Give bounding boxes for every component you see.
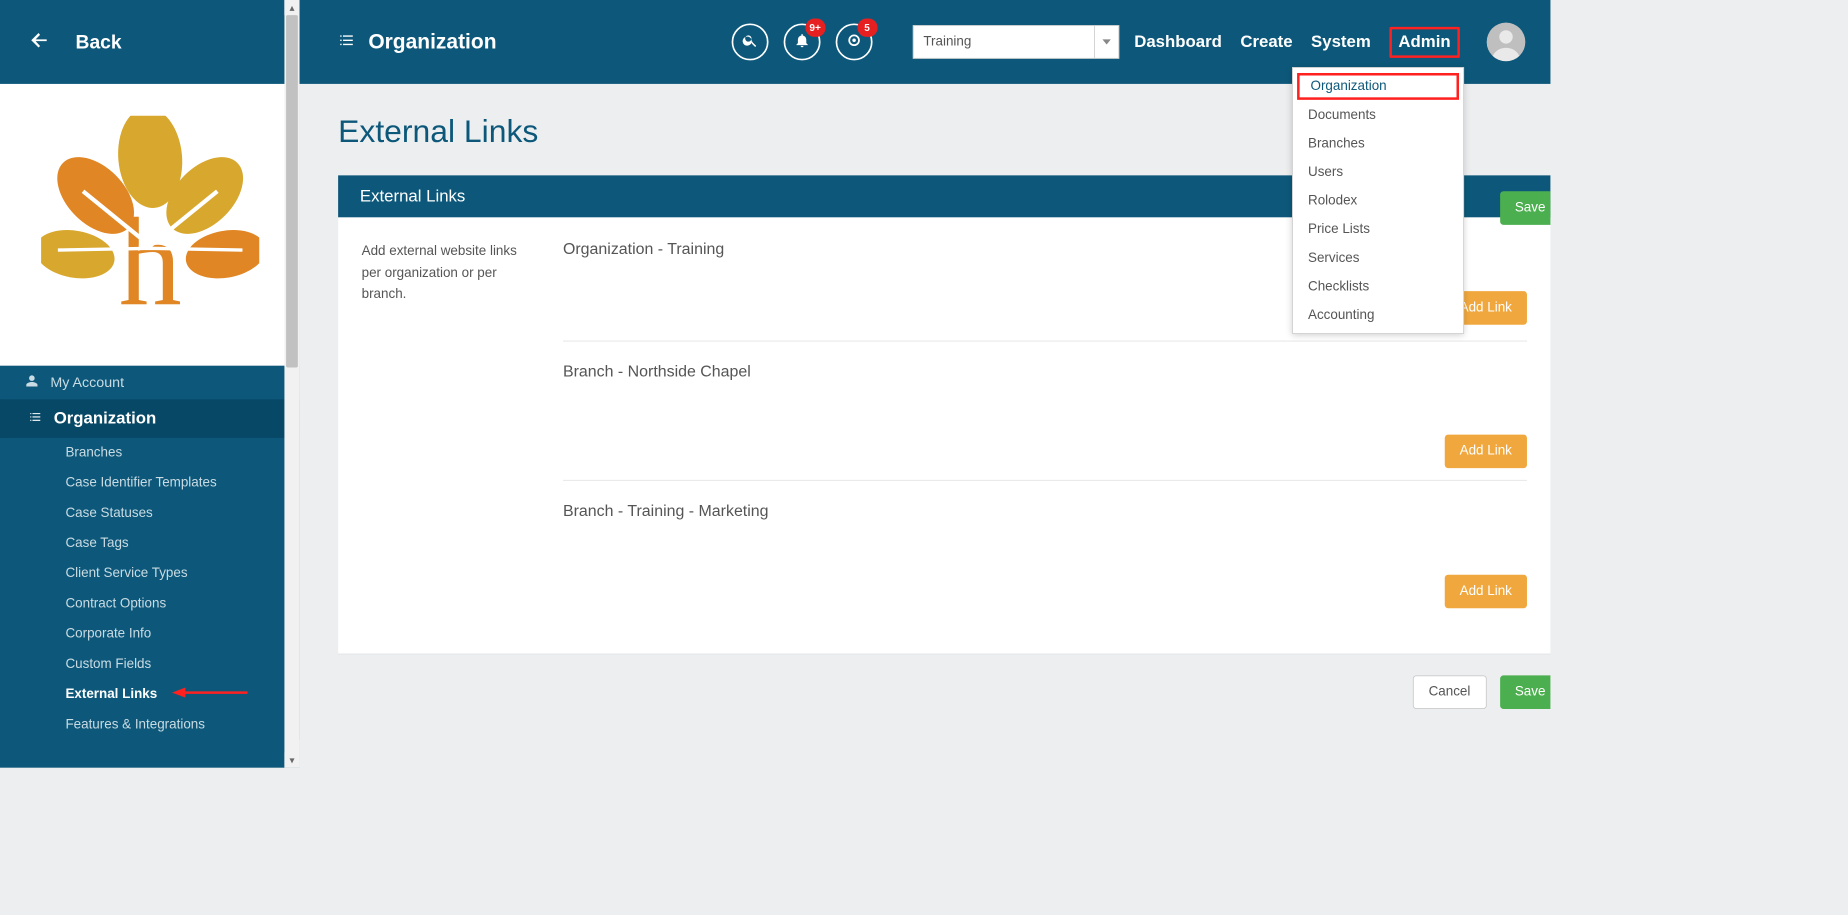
sidebar-subnav: Branches Case Identifier Templates Case … (0, 438, 300, 740)
topbar-left: Organization (338, 30, 496, 54)
section-branch-northside: Branch - Northside Chapel Add Link (563, 363, 1527, 480)
org-select-value: Training (923, 34, 971, 49)
notifications-badge: 9+ (805, 18, 825, 36)
sidebar-sub-external-links[interactable]: External Links (0, 680, 300, 710)
search-icon (741, 31, 758, 52)
admin-dropdown: Organization Documents Branches Users Ro… (1292, 67, 1464, 334)
dropdown-price-lists[interactable]: Price Lists (1293, 216, 1463, 245)
sub-label: Features & Integrations (65, 717, 205, 732)
save-button-bottom[interactable]: Save (1500, 675, 1551, 709)
topbar-title: Organization (368, 30, 496, 54)
dropdown-rolodex[interactable]: Rolodex (1293, 187, 1463, 216)
back-row[interactable]: Back (0, 0, 300, 84)
topnav-admin[interactable]: Admin (1389, 26, 1460, 57)
sub-label: Custom Fields (65, 657, 151, 672)
scroll-down-icon[interactable]: ▾ (284, 753, 299, 768)
dropdown-branches[interactable]: Branches (1293, 130, 1463, 159)
topbar-center: 9+ 5 Training (731, 23, 1119, 60)
section-title: Branch - Training - Marketing (563, 503, 1527, 521)
sub-label: Case Statuses (65, 506, 152, 521)
back-label: Back (76, 31, 122, 54)
sub-label: Case Tags (65, 536, 128, 551)
alerts-button[interactable]: 5 (835, 23, 872, 60)
sidebar-sub-contract-options[interactable]: Contract Options (0, 589, 300, 619)
svg-text:h: h (118, 194, 181, 333)
dropdown-accounting[interactable]: Accounting (1293, 301, 1463, 330)
sub-label: External Links (65, 687, 157, 702)
user-icon (25, 374, 38, 392)
topbar: Organization 9+ (300, 0, 1551, 84)
add-link-button[interactable]: Add Link (1445, 435, 1527, 469)
sidebar: Back h My Accou (0, 0, 300, 768)
topbar-right: Dashboard Create System Admin (1134, 23, 1525, 62)
org-select[interactable]: Training (912, 25, 1118, 59)
notifications-button[interactable]: 9+ (783, 23, 820, 60)
sidebar-item-my-account[interactable]: My Account (0, 366, 300, 400)
list-icon (338, 31, 355, 52)
chevron-down-icon (1102, 39, 1110, 44)
dropdown-documents[interactable]: Documents (1293, 102, 1463, 131)
sub-label: Client Service Types (65, 566, 187, 581)
sidebar-item-label: My Account (50, 374, 124, 391)
scroll-up-icon[interactable]: ▴ (284, 0, 299, 15)
sidebar-item-label: Organization (54, 409, 157, 428)
main-area: Organization 9+ (300, 0, 1551, 768)
dropdown-organization[interactable]: Organization (1297, 73, 1459, 100)
sidebar-item-organization[interactable]: Organization (0, 399, 300, 438)
sub-label: Case Identifier Templates (65, 476, 216, 491)
search-button[interactable] (731, 23, 768, 60)
avatar[interactable] (1487, 23, 1526, 62)
sub-label: Branches (65, 446, 122, 461)
sidebar-scrollbar[interactable]: ▴ ▾ (284, 0, 299, 768)
sidebar-sub-branches[interactable]: Branches (0, 438, 300, 468)
sidebar-sub-case-identifier-templates[interactable]: Case Identifier Templates (0, 468, 300, 498)
sidebar-sub-features-integrations[interactable]: Features & Integrations (0, 710, 300, 740)
sidebar-sub-case-statuses[interactable]: Case Statuses (0, 498, 300, 528)
add-link-button[interactable]: Add Link (1445, 575, 1527, 609)
annotation-arrow-icon (172, 686, 248, 704)
sidebar-nav: My Account Organization Branches Case Id… (0, 366, 300, 740)
dropdown-users[interactable]: Users (1293, 159, 1463, 188)
section-branch-marketing: Branch - Training - Marketing Add Link (563, 503, 1527, 620)
section-title: Branch - Northside Chapel (563, 363, 1527, 381)
footer-actions: Cancel Save (338, 675, 1550, 709)
sub-label: Contract Options (65, 597, 166, 612)
sidebar-sub-client-service-types[interactable]: Client Service Types (0, 559, 300, 589)
logo: h (0, 84, 300, 366)
list-icon (29, 409, 42, 428)
dropdown-checklists[interactable]: Checklists (1293, 273, 1463, 302)
alerts-badge: 5 (857, 18, 877, 36)
back-arrow-icon (29, 29, 51, 55)
topnav-create[interactable]: Create (1240, 32, 1292, 51)
sidebar-sub-case-tags[interactable]: Case Tags (0, 529, 300, 559)
sidebar-sub-custom-fields[interactable]: Custom Fields (0, 649, 300, 679)
help-text: Add external website links per organizat… (362, 241, 538, 620)
cancel-button[interactable]: Cancel (1413, 675, 1487, 709)
topnav-dashboard[interactable]: Dashboard (1134, 32, 1222, 51)
dropdown-services[interactable]: Services (1293, 244, 1463, 273)
topnav-system[interactable]: System (1311, 32, 1371, 51)
scrollbar-thumb[interactable] (286, 15, 298, 367)
sub-label: Corporate Info (65, 627, 151, 642)
sidebar-sub-corporate-info[interactable]: Corporate Info (0, 619, 300, 649)
